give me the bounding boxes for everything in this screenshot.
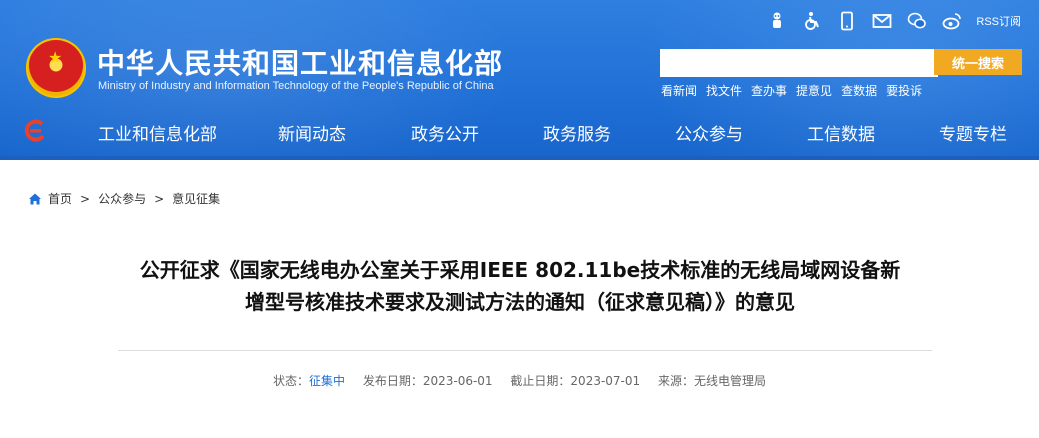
article-title: 公开征求《国家无线电办公室关于采用IEEE 802.11be技术标准的无线局域网… xyxy=(100,254,940,318)
nav-item-special-topics[interactable]: 专题专栏 xyxy=(939,120,1007,145)
deadline-meta: 截止日期：2023-07-01 xyxy=(510,374,640,388)
breadcrumb-separator: > xyxy=(154,191,165,206)
source-value: 无线电管理局 xyxy=(694,374,767,388)
title-divider xyxy=(118,350,932,351)
accessibility-robot-icon[interactable] xyxy=(766,10,788,32)
site-title[interactable]: 中华人民共和国工业和信息化部 xyxy=(97,42,503,82)
nav-item-ministry[interactable]: 工业和信息化部 xyxy=(98,120,217,145)
main-nav: 工业和信息化部 新闻动态 政务公开 政务服务 公众参与 工信数据 专题专栏 xyxy=(0,108,1039,156)
quick-link-complaint[interactable]: 要投诉 xyxy=(886,82,922,99)
quick-link-feedback[interactable]: 提意见 xyxy=(796,82,832,99)
rss-link[interactable]: RSS订阅 xyxy=(976,13,1021,29)
mobile-icon[interactable] xyxy=(836,10,858,32)
publish-date-meta: 发布日期：2023-06-01 xyxy=(363,374,493,388)
nav-item-government-services[interactable]: 政务服务 xyxy=(543,120,611,145)
article-title-line-2: 增型号核准技术要求及测试方法的通知（征求意见稿）》的意见 xyxy=(245,290,795,314)
breadcrumb-public-participation[interactable]: 公众参与 xyxy=(98,190,146,207)
national-emblem-logo: ★ xyxy=(26,38,86,98)
search-input[interactable] xyxy=(660,49,938,77)
quick-link-services[interactable]: 查办事 xyxy=(751,82,787,99)
nav-item-public-participation[interactable]: 公众参与 xyxy=(675,120,743,145)
site-subtitle: Ministry of Industry and Information Tec… xyxy=(98,80,494,92)
deadline-value: 2023-07-01 xyxy=(570,374,641,388)
breadcrumb: 首页 > 公众参与 > 意见征集 xyxy=(28,190,220,207)
wechat-icon[interactable] xyxy=(906,10,928,32)
status-badge: 征集中 xyxy=(308,374,345,388)
quick-links: 看新闻 找文件 查办事 提意见 查数据 要投诉 xyxy=(661,82,922,99)
article-meta: 状态：征集中 发布日期：2023-06-01 截止日期：2023-07-01 来… xyxy=(0,372,1039,389)
publish-date-label: 发布日期： xyxy=(362,374,423,388)
nav-item-government-affairs[interactable]: 政务公开 xyxy=(411,120,479,145)
quick-link-news[interactable]: 看新闻 xyxy=(661,82,697,99)
breadcrumb-opinion-collection[interactable]: 意见征集 xyxy=(172,190,220,207)
header-divider xyxy=(0,156,1039,160)
search-button[interactable]: 统一搜索 xyxy=(934,49,1022,75)
top-utility-icons: RSS订阅 xyxy=(766,8,1021,34)
weibo-icon[interactable] xyxy=(941,10,963,32)
site-header: ★ 中华人民共和国工业和信息化部 Ministry of Industry an… xyxy=(0,0,1039,160)
deadline-label: 截止日期： xyxy=(510,374,571,388)
status-label: 状态： xyxy=(272,374,309,388)
breadcrumb-separator: > xyxy=(80,191,91,206)
article-title-line-1: 公开征求《国家无线电办公室关于采用IEEE 802.11be技术标准的无线局域网… xyxy=(139,258,901,282)
breadcrumb-home[interactable]: 首页 xyxy=(48,190,72,207)
status-meta: 状态：征集中 xyxy=(273,374,345,388)
source-label: 来源： xyxy=(658,374,695,388)
quick-link-files[interactable]: 找文件 xyxy=(706,82,742,99)
publish-date-value: 2023-06-01 xyxy=(422,374,493,388)
quick-link-data[interactable]: 查数据 xyxy=(841,82,877,99)
nav-item-news[interactable]: 新闻动态 xyxy=(278,120,346,145)
nav-item-data[interactable]: 工信数据 xyxy=(807,120,875,145)
mail-icon[interactable] xyxy=(871,10,893,32)
source-meta: 来源：无线电管理局 xyxy=(658,374,766,388)
home-icon[interactable] xyxy=(28,192,42,206)
miit-logo-icon[interactable] xyxy=(22,118,48,144)
wheelchair-icon[interactable] xyxy=(801,10,823,32)
